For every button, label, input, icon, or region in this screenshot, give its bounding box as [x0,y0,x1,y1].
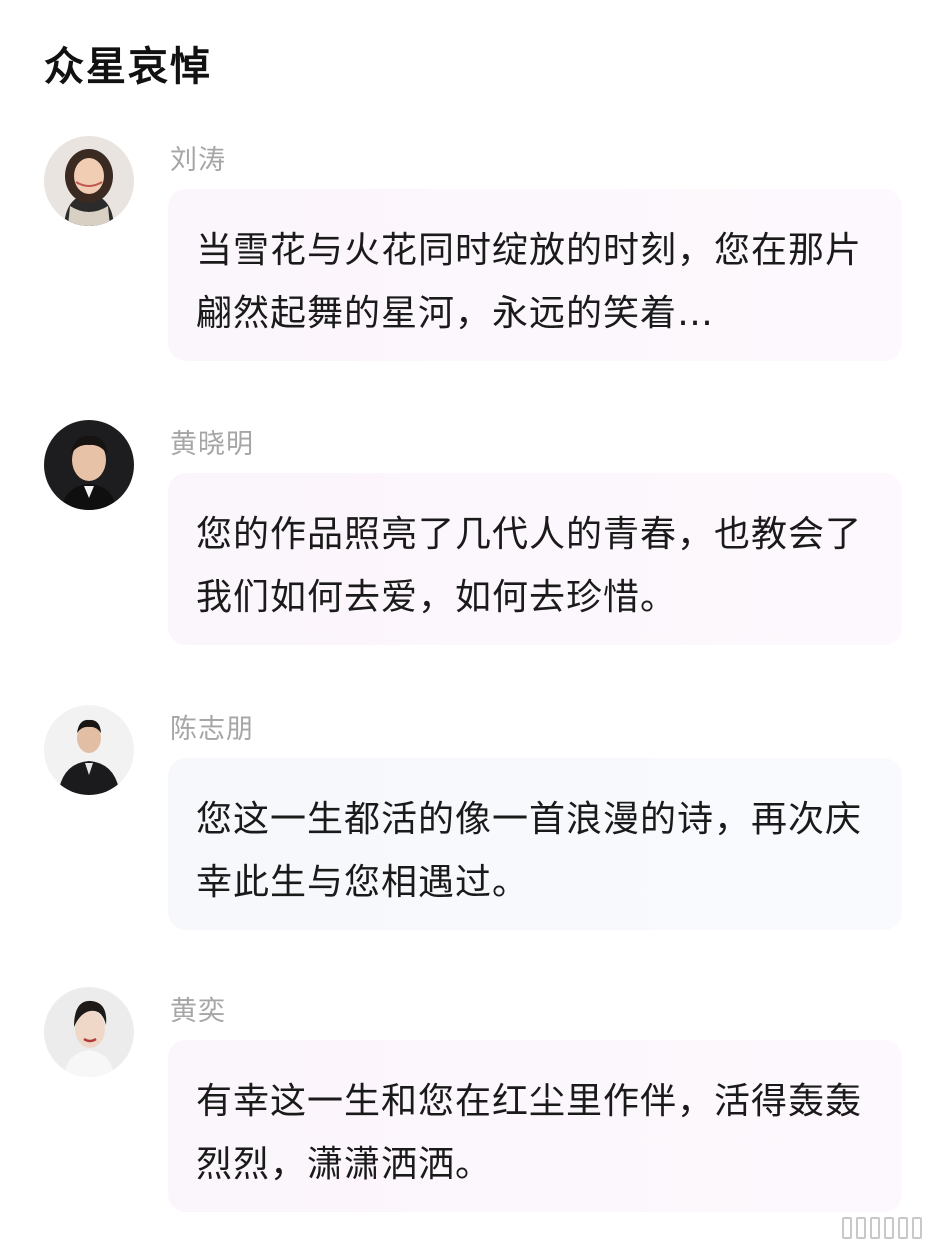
person-portrait-icon [44,420,134,510]
avatar[interactable] [44,705,134,795]
message-bubble: 有幸这一生和您在红尘里作伴，活得轰轰烈烈，潇潇洒洒。 [168,1040,902,1212]
page-title: 众星哀悼 [44,44,212,90]
person-portrait-icon [44,987,134,1077]
author-name[interactable]: 黄奕 [170,989,226,1028]
avatar[interactable] [44,420,134,510]
author-name[interactable]: 刘涛 [170,138,226,177]
message-text: 有幸这一生和您在红尘里作伴，活得轰轰烈烈，潇潇洒洒。 [196,1081,863,1185]
message-text: 您这一生都活的像一首浪漫的诗，再次庆幸此生与您相遇过。 [196,799,863,903]
message-text: 您的作品照亮了几代人的青春，也教会了我们如何去爱，如何去珍惜。 [196,514,863,618]
message-bubble: 您的作品照亮了几代人的青春，也教会了我们如何去爱，如何去珍惜。 [168,473,902,645]
avatar[interactable] [44,987,134,1077]
message-bubble: 当雪花与火花同时绽放的时刻，您在那片翩然起舞的星河，永远的笑着… [168,189,902,361]
person-portrait-icon [44,136,134,226]
author-name[interactable]: 黄晓明 [170,422,254,461]
author-name[interactable]: 陈志朋 [170,707,254,746]
message-bubble: 您这一生都活的像一首浪漫的诗，再次庆幸此生与您相遇过。 [168,758,902,930]
message-text: 当雪花与火花同时绽放的时刻，您在那片翩然起舞的星河，永远的笑着… [196,230,863,334]
avatar[interactable] [44,136,134,226]
person-portrait-icon [44,705,134,795]
watermark-icon [842,1217,922,1239]
